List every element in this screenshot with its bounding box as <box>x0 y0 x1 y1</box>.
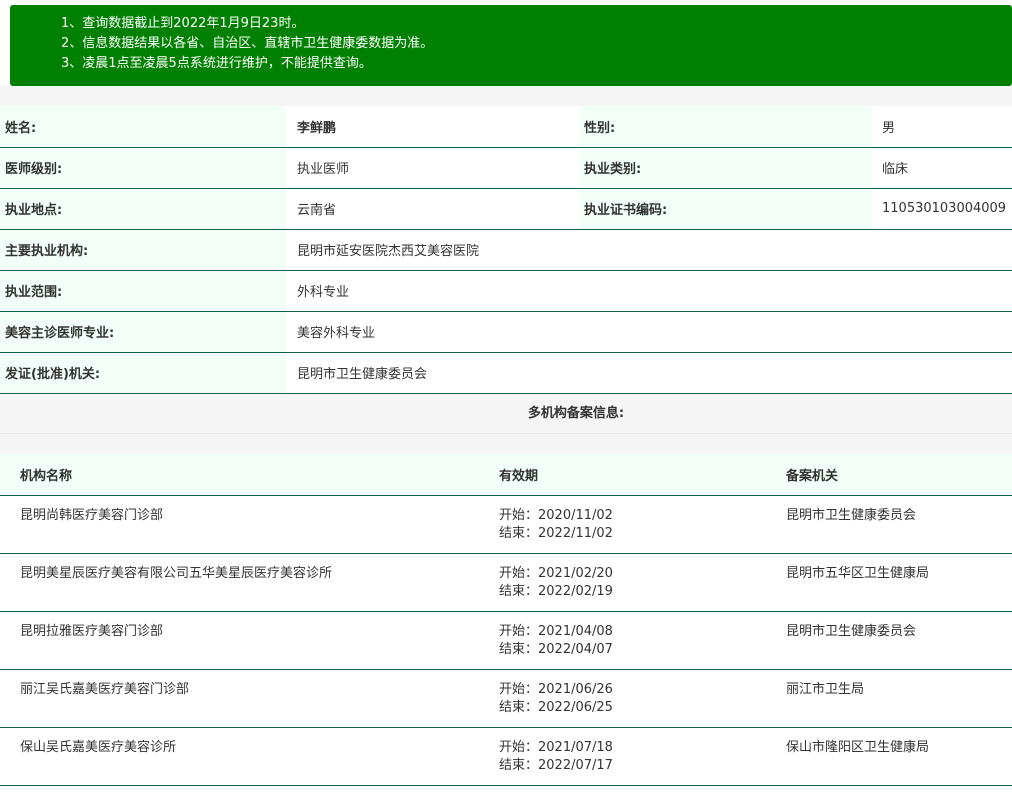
institution-value: 昆明市延安医院杰西艾美容医院 <box>286 229 1012 271</box>
start-date: 开始：2020/11/02 <box>499 507 613 523</box>
validity-period: 开始：2021/06/26 结束：2022/06/25 <box>479 669 766 728</box>
scope-value: 外科专业 <box>286 270 1012 312</box>
info-row-name: 姓名: 李鲜鹏 性别: 男 <box>0 106 1012 148</box>
start-date: 开始：2021/02/20 <box>499 565 613 581</box>
notice-line: 3、凌晨1点至凌晨5点系统进行维护，不能提供查询。 <box>61 56 372 71</box>
filing-authority: 丽江市卫生局 <box>766 669 1012 728</box>
table-row: 昆明拉雅医疗美容门诊部 开始：2021/04/08 结束：2022/04/07 … <box>0 611 1012 670</box>
info-row-authority: 发证(批准)机关: 昆明市卫生健康委员会 <box>0 352 1012 394</box>
filing-authority: 昆明市卫生健康委员会 <box>766 611 1012 670</box>
notice-line: 2、信息数据结果以各省、自治区、直辖市卫生健康委数据为准。 <box>61 36 434 51</box>
filing-authority: 昆明市卫生健康委员会 <box>766 495 1012 554</box>
end-date: 结束：2022/06/25 <box>499 699 613 715</box>
category-value: 临床 <box>872 147 1012 189</box>
info-row-location: 执业地点: 云南省 执业证书编码: 110530103004009 <box>0 188 1012 230</box>
institution-name: 丽江吴氏嘉美医疗美容门诊部 <box>0 669 479 728</box>
table-row: 昆明美星辰医疗美容有限公司五华美星辰医疗美容诊所 开始：2021/02/20 结… <box>0 553 1012 612</box>
table-header-row: 机构名称 有效期 备案机关 <box>0 454 1012 496</box>
start-date: 开始：2021/07/18 <box>499 739 613 755</box>
name-value: 李鲜鹏 <box>286 106 579 148</box>
scope-label: 执业范围: <box>0 270 286 312</box>
info-row-cosmetic: 美容主诊医师专业: 美容外科专业 <box>0 311 1012 353</box>
column-header-period: 有效期 <box>479 454 766 496</box>
notice-banner: 1、查询数据截止到2022年1月9日23时。 2、信息数据结果以各省、自治区、直… <box>10 5 1012 86</box>
notice-line: 1、查询数据截止到2022年1月9日23时。 <box>61 16 305 31</box>
multi-institution-title: 多机构备案信息: <box>0 394 1012 434</box>
institution-name: 保山吴氏嘉美医疗美容诊所 <box>0 727 479 786</box>
filing-authority: 昆明市五华区卫生健康局 <box>766 553 1012 612</box>
start-date: 开始：2021/06/26 <box>499 681 613 697</box>
end-date: 结束：2022/07/17 <box>499 757 613 773</box>
validity-period: 开始：2020/11/02 结束：2022/11/02 <box>479 495 766 554</box>
section-spacer <box>0 434 1012 454</box>
filing-authority: 保山市隆阳区卫生健康局 <box>766 727 1012 786</box>
end-date: 结束：2022/11/02 <box>499 525 613 541</box>
table-row: 丽江吴氏嘉美医疗美容门诊部 开始：2021/06/26 结束：2022/06/2… <box>0 669 1012 728</box>
column-header-org: 备案机关 <box>766 454 1012 496</box>
name-label: 姓名: <box>0 106 286 148</box>
institution-name: 昆明拉雅医疗美容门诊部 <box>0 611 479 670</box>
cert-value: 110530103004009 <box>872 188 1012 230</box>
info-row-institution: 主要执业机构: 昆明市延安医院杰西艾美容医院 <box>0 229 1012 271</box>
end-date: 结束：2022/04/07 <box>499 641 613 657</box>
end-date: 结束：2022/02/19 <box>499 583 613 599</box>
multi-institution-table: 机构名称 有效期 备案机关 昆明尚韩医疗美容门诊部 开始：2020/11/02 … <box>0 454 1012 786</box>
gender-value: 男 <box>872 106 1012 148</box>
cert-label: 执业证书编码: <box>579 188 872 230</box>
authority-value: 昆明市卫生健康委员会 <box>286 352 1012 394</box>
category-label: 执业类别: <box>579 147 872 189</box>
table-row: 保山吴氏嘉美医疗美容诊所 开始：2021/07/18 结束：2022/07/17… <box>0 727 1012 786</box>
institution-name: 昆明尚韩医疗美容门诊部 <box>0 495 479 554</box>
institution-name: 昆明美星辰医疗美容有限公司五华美星辰医疗美容诊所 <box>0 553 479 612</box>
doctor-info-table: 姓名: 李鲜鹏 性别: 男 医师级别: 执业医师 执业类别: 临床 执业地点: … <box>0 106 1012 394</box>
validity-period: 开始：2021/07/18 结束：2022/07/17 <box>479 727 766 786</box>
info-row-scope: 执业范围: 外科专业 <box>0 270 1012 312</box>
cosmetic-value: 美容外科专业 <box>286 311 1012 353</box>
institution-label: 主要执业机构: <box>0 229 286 271</box>
validity-period: 开始：2021/04/08 结束：2022/04/07 <box>479 611 766 670</box>
column-header-name: 机构名称 <box>0 454 479 496</box>
authority-label: 发证(批准)机关: <box>0 352 286 394</box>
cosmetic-label: 美容主诊医师专业: <box>0 311 286 353</box>
location-value: 云南省 <box>286 188 579 230</box>
section-spacer <box>0 86 1012 106</box>
level-label: 医师级别: <box>0 147 286 189</box>
gender-label: 性别: <box>579 106 872 148</box>
validity-period: 开始：2021/02/20 结束：2022/02/19 <box>479 553 766 612</box>
level-value: 执业医师 <box>286 147 579 189</box>
info-row-level: 医师级别: 执业医师 执业类别: 临床 <box>0 147 1012 189</box>
location-label: 执业地点: <box>0 188 286 230</box>
table-row: 昆明尚韩医疗美容门诊部 开始：2020/11/02 结束：2022/11/02 … <box>0 495 1012 554</box>
start-date: 开始：2021/04/08 <box>499 623 613 639</box>
